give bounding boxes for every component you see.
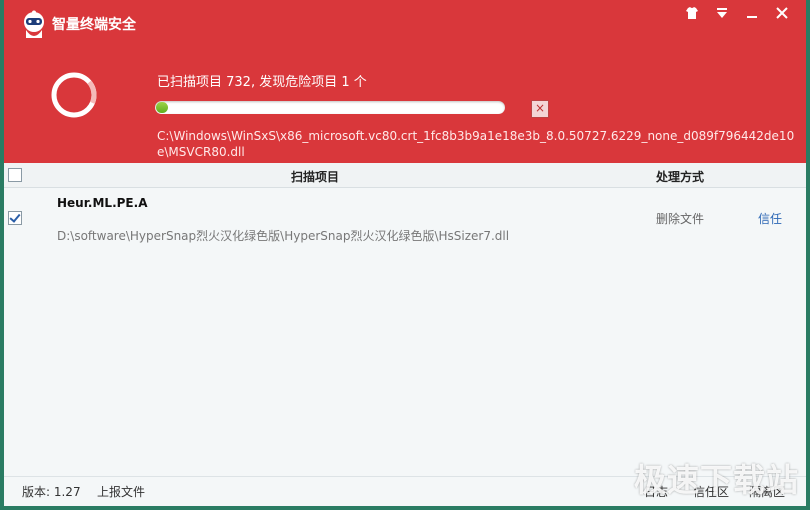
threat-file-path: D:\software\HyperSnap烈火汉化绿色版\HyperSnap烈火…	[57, 229, 510, 243]
scan-status-text: 已扫描项目 732, 发现危险项目 1 个	[157, 75, 367, 90]
scan-progress-bar	[155, 101, 505, 114]
scanning-spinner-icon	[51, 72, 97, 118]
current-scan-path: C:\Windows\WinSxS\x86_microsoft.vc80.crt…	[157, 129, 795, 159]
mascot-logo-icon	[24, 10, 44, 38]
select-all-checkbox[interactable]	[8, 168, 22, 182]
app-title: 智量终端安全	[52, 17, 136, 33]
scan-progress-fill	[156, 102, 168, 113]
stop-scan-button[interactable]: ×	[531, 100, 549, 118]
report-file-link[interactable]: 上报文件	[97, 483, 145, 500]
version-label: 版本: 1.27	[22, 485, 81, 499]
scan-header: 智量终端安全 已扫描项目 732, 发现危险项目 1 个 × C:\Window…	[4, 0, 806, 163]
menu-dropdown-icon[interactable]	[712, 6, 732, 26]
action-delete-file[interactable]: 删除文件	[656, 210, 704, 227]
results-table-header: 扫描项目 处理方式	[4, 163, 806, 188]
column-scan-item: 扫描项目	[291, 170, 340, 184]
site-watermark: 极速下载站	[634, 461, 800, 499]
close-icon[interactable]	[772, 6, 792, 26]
skin-icon[interactable]	[682, 6, 702, 26]
threat-name: Heur.ML.PE.A	[57, 196, 148, 210]
minimize-icon[interactable]	[742, 6, 762, 26]
trust-link[interactable]: 信任	[758, 210, 782, 227]
column-action: 处理方式	[656, 170, 705, 184]
row-checkbox[interactable]	[8, 211, 22, 225]
table-row: Heur.ML.PE.A D:\software\HyperSnap烈火汉化绿色…	[4, 188, 806, 248]
app-window: 智量终端安全 已扫描项目 732, 发现危险项目 1 个 × C:\Window…	[4, 0, 806, 506]
